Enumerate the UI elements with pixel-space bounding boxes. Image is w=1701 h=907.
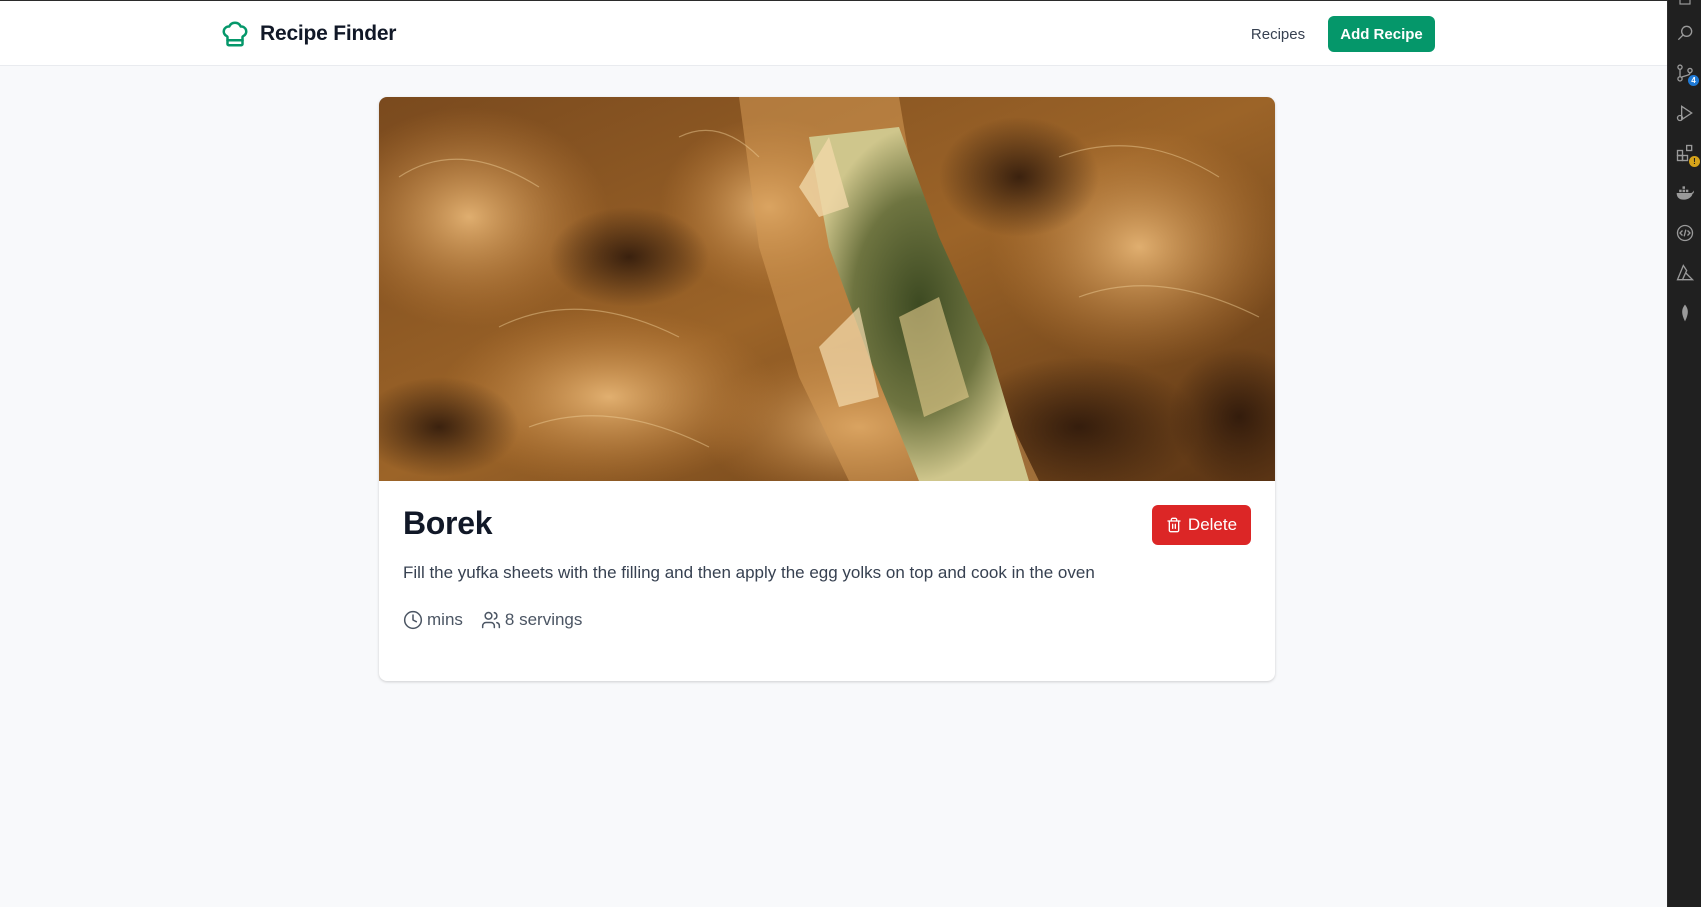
- files-icon[interactable]: [1674, 0, 1696, 8]
- editor-activity-bar: 4 !: [1667, 0, 1701, 907]
- recipe-image: [379, 97, 1275, 481]
- nav-link-recipes[interactable]: Recipes: [1238, 21, 1318, 47]
- run-debug-icon[interactable]: [1674, 102, 1696, 124]
- mongodb-icon[interactable]: [1674, 302, 1696, 324]
- cook-time-label: mins: [427, 610, 463, 629]
- source-control-icon[interactable]: 4: [1674, 62, 1699, 86]
- recipe-description: Fill the yufka sheets with the filling a…: [403, 563, 1095, 582]
- servings: 8 servings: [481, 610, 582, 630]
- delete-label: Delete: [1187, 515, 1238, 534]
- extensions-warning-badge: !: [1689, 156, 1700, 167]
- users-icon: [481, 610, 501, 630]
- servings-label: 8 servings: [504, 610, 583, 629]
- app-window: Recipe Finder Recipes Add Recipe Borek D…: [0, 0, 1667, 907]
- add-recipe-button[interactable]: Add Recipe: [1328, 16, 1435, 52]
- brand-logo-link[interactable]: Recipe Finder: [220, 18, 396, 50]
- clock-icon: [403, 610, 423, 630]
- recipe-card: Borek Delete Fill the yufka sheets with …: [379, 97, 1275, 681]
- recipe-meta: mins 8 servings: [403, 610, 582, 630]
- chef-hat-icon: [220, 19, 250, 49]
- azure-icon[interactable]: [1674, 262, 1696, 284]
- recipe-title: Borek: [403, 505, 493, 541]
- docker-icon[interactable]: [1674, 182, 1696, 204]
- extensions-icon[interactable]: !: [1674, 142, 1700, 167]
- search-icon[interactable]: [1674, 22, 1696, 44]
- navbar: Recipe Finder Recipes Add Recipe: [0, 1, 1667, 66]
- cook-time: mins: [403, 610, 463, 630]
- remote-icon[interactable]: [1674, 222, 1696, 244]
- delete-button[interactable]: Delete: [1152, 505, 1251, 545]
- trash-icon: [1166, 517, 1182, 533]
- scm-badge: 4: [1688, 75, 1699, 86]
- brand-name: Recipe Finder: [260, 22, 397, 45]
